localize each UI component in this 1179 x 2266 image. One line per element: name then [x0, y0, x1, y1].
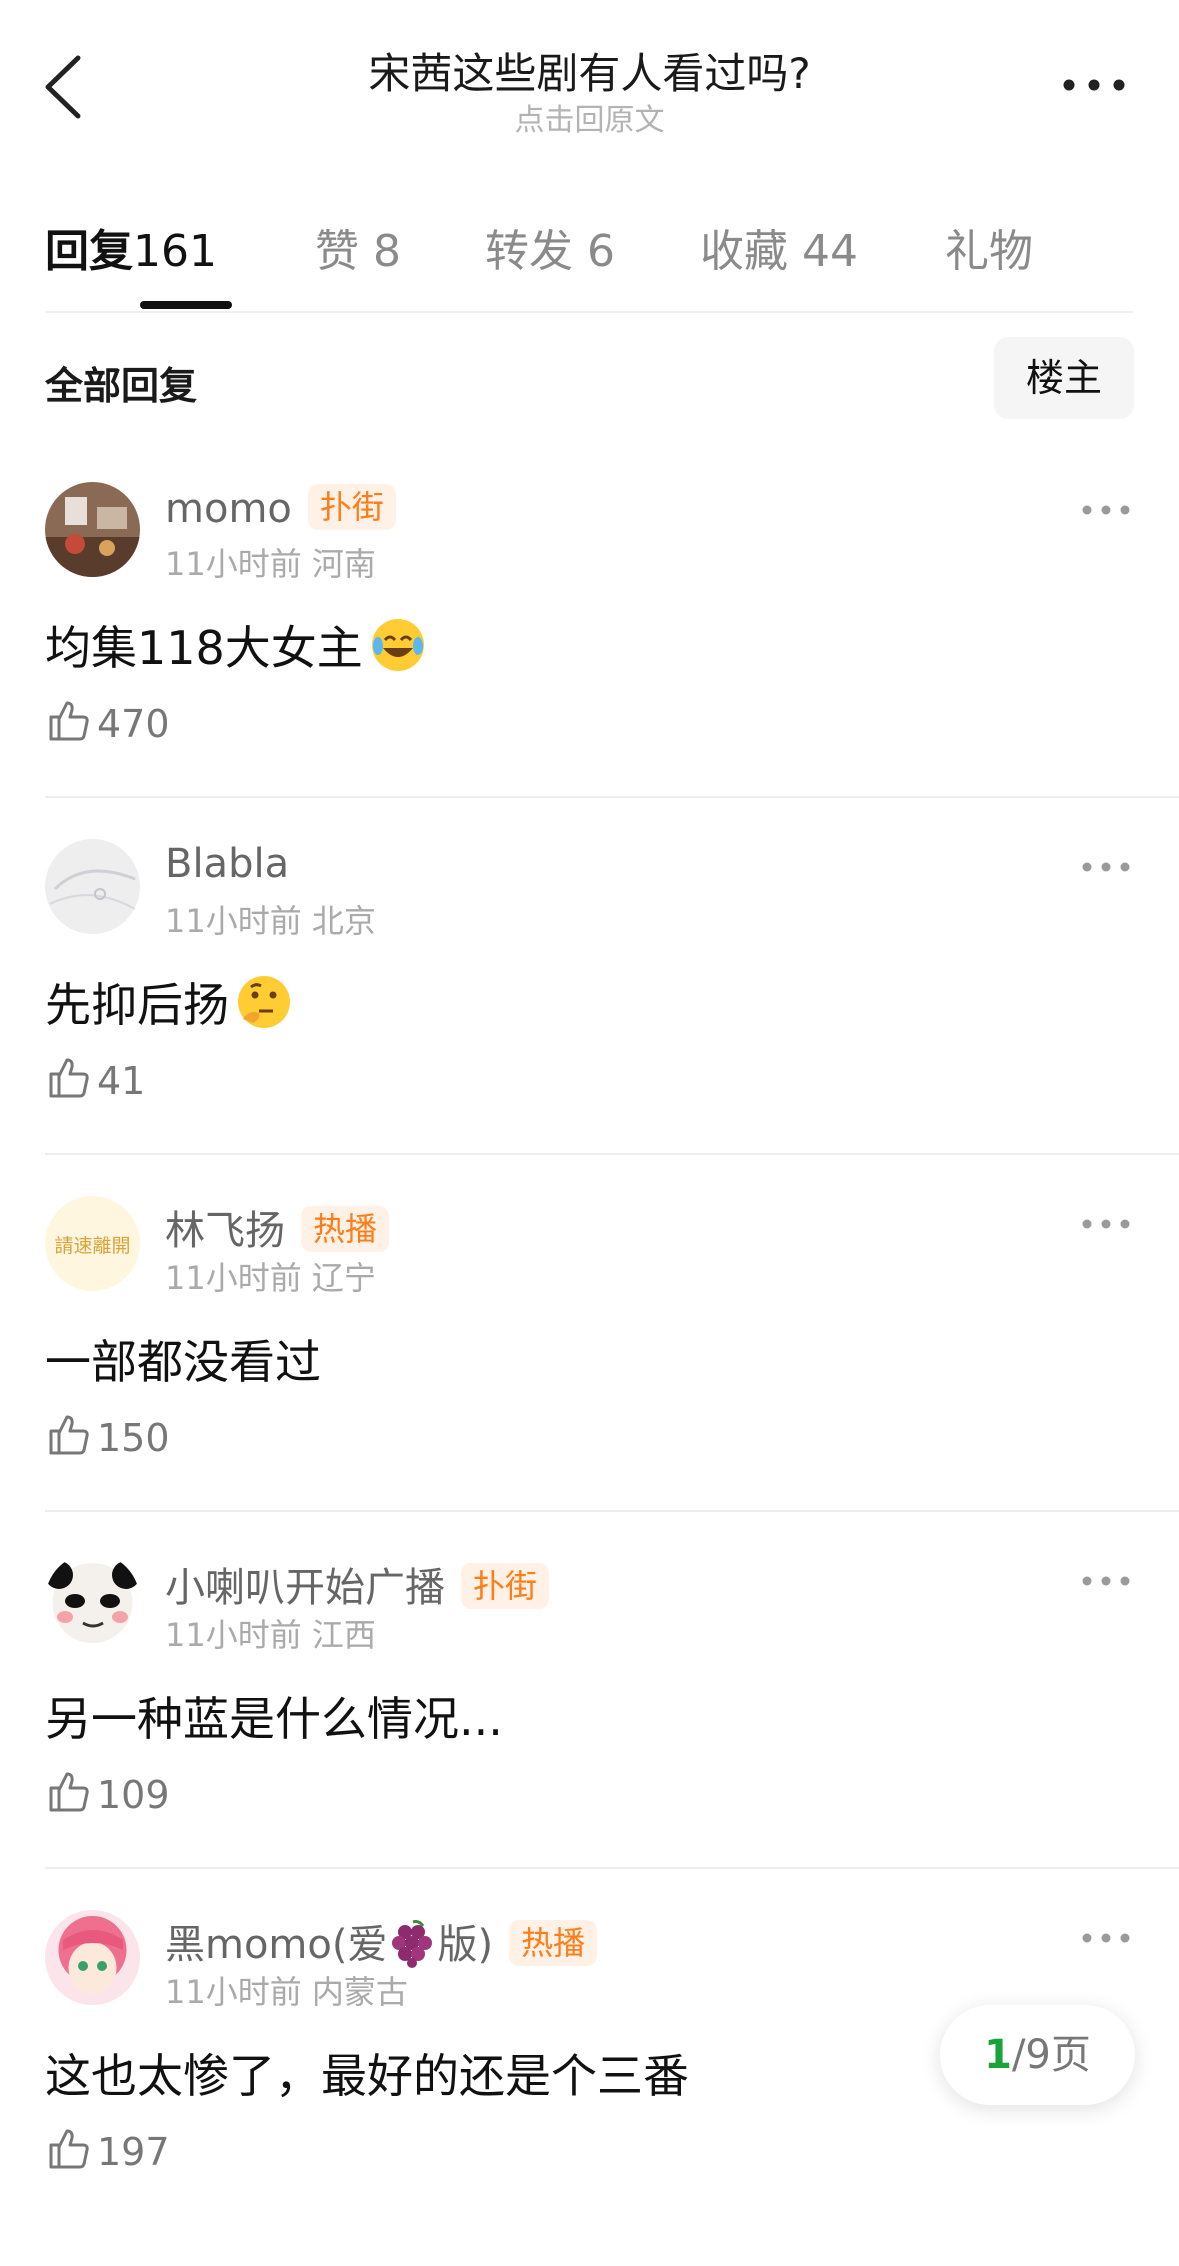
comment-more-icon[interactable]: [1081, 1216, 1131, 1232]
op-filter-button[interactable]: 楼主: [994, 337, 1134, 419]
tab-replies[interactable]: 回复161: [45, 215, 217, 279]
comment-item: 請速離開 林飞扬 热播 11小时前 辽宁 一部都没看过 150: [0, 1196, 1179, 1552]
comment-meta: 11小时前 河南: [165, 545, 376, 583]
like-button[interactable]: 470: [45, 697, 170, 746]
divider: [45, 796, 1179, 798]
tab-favorites[interactable]: 收藏 44: [700, 215, 858, 279]
username[interactable]: 小喇叭开始广播 扑街: [165, 1555, 550, 1613]
comment-text: 均集118大女主: [45, 612, 427, 678]
page-indicator[interactable]: 1/9页: [940, 2005, 1135, 2105]
page-title: 宋茜这些剧有人看过吗?: [368, 49, 811, 98]
comment-more-icon[interactable]: [1081, 1573, 1131, 1589]
user-badge: 扑街: [307, 484, 396, 530]
like-button[interactable]: 109: [45, 1768, 170, 1817]
tab-likes[interactable]: 赞 8: [315, 215, 401, 279]
thumbs-up-icon: [49, 701, 89, 741]
comment-text: 先抑后扬: [45, 969, 293, 1035]
divider: [45, 1867, 1179, 1869]
more-options-icon[interactable]: [1059, 70, 1129, 100]
comment-meta: 11小时前 北京: [165, 902, 376, 940]
comment-more-icon[interactable]: [1081, 502, 1131, 518]
like-button[interactable]: 150: [45, 1411, 170, 1460]
comment-text: 另一种蓝是什么情况...: [45, 1692, 503, 1746]
username[interactable]: momo 扑街: [165, 484, 396, 532]
like-button[interactable]: 197: [45, 2125, 170, 2174]
tab-reposts[interactable]: 转发 6: [485, 215, 615, 279]
comment-item: Blabla 11小时前 北京 先抑后扬 41: [0, 839, 1179, 1195]
username[interactable]: 林飞扬 热播: [165, 1198, 390, 1256]
comment-text: 这也太惨了，最好的还是个三番: [45, 2049, 689, 2103]
divider: [45, 1510, 1179, 1512]
avatar[interactable]: [45, 1910, 140, 2005]
like-button[interactable]: 41: [45, 1054, 145, 1103]
tab-gifts[interactable]: 礼物: [945, 215, 1033, 279]
comment-text: 一部都没看过: [45, 1335, 321, 1389]
user-badge: 扑街: [461, 1563, 550, 1609]
back-to-post-link[interactable]: 点击回原文: [0, 95, 1179, 139]
username[interactable]: 黑momo(爱 版) 热播: [165, 1912, 598, 1970]
top-bar: 宋茜这些剧有人看过吗? 点击回原文: [0, 0, 1179, 160]
comment-meta: 11小时前 内蒙古: [165, 1973, 408, 2011]
avatar-text: 請速離開: [54, 1235, 130, 1257]
comment-item: 小喇叭开始广播 扑街 11小时前 江西 另一种蓝是什么情况... 109: [0, 1553, 1179, 1909]
comment-more-icon[interactable]: [1081, 1930, 1131, 1946]
divider: [45, 1153, 1179, 1155]
avatar[interactable]: [45, 1553, 140, 1648]
thinking-face-emoji-icon: [238, 976, 290, 1028]
thumbs-up-icon: [49, 2129, 89, 2169]
comment-meta: 11小时前 江西: [165, 1616, 376, 1654]
username[interactable]: Blabla: [165, 841, 289, 887]
user-badge: 热播: [301, 1206, 390, 1252]
avatar[interactable]: [45, 839, 140, 934]
thumbs-up-icon: [49, 1772, 89, 1812]
user-badge: 热播: [509, 1920, 598, 1966]
thumbs-up-icon: [49, 1058, 89, 1098]
comment-meta: 11小时前 辽宁: [165, 1259, 376, 1297]
comment-more-icon[interactable]: [1081, 859, 1131, 875]
avatar[interactable]: [45, 482, 140, 577]
tab-bar: 回复161 赞 8 转发 6 收藏 44 礼物: [45, 215, 1134, 313]
avatar[interactable]: 請速離開: [45, 1196, 140, 1291]
comment-item: momo 扑街 11小时前 河南 均集118大女主 470: [0, 482, 1179, 838]
laughing-tears-emoji-icon: [371, 619, 424, 671]
thumbs-up-icon: [49, 1415, 89, 1455]
active-tab-indicator: [140, 301, 232, 309]
grapes-emoji-icon: [392, 1920, 433, 1968]
section-title: 全部回复: [45, 364, 198, 408]
